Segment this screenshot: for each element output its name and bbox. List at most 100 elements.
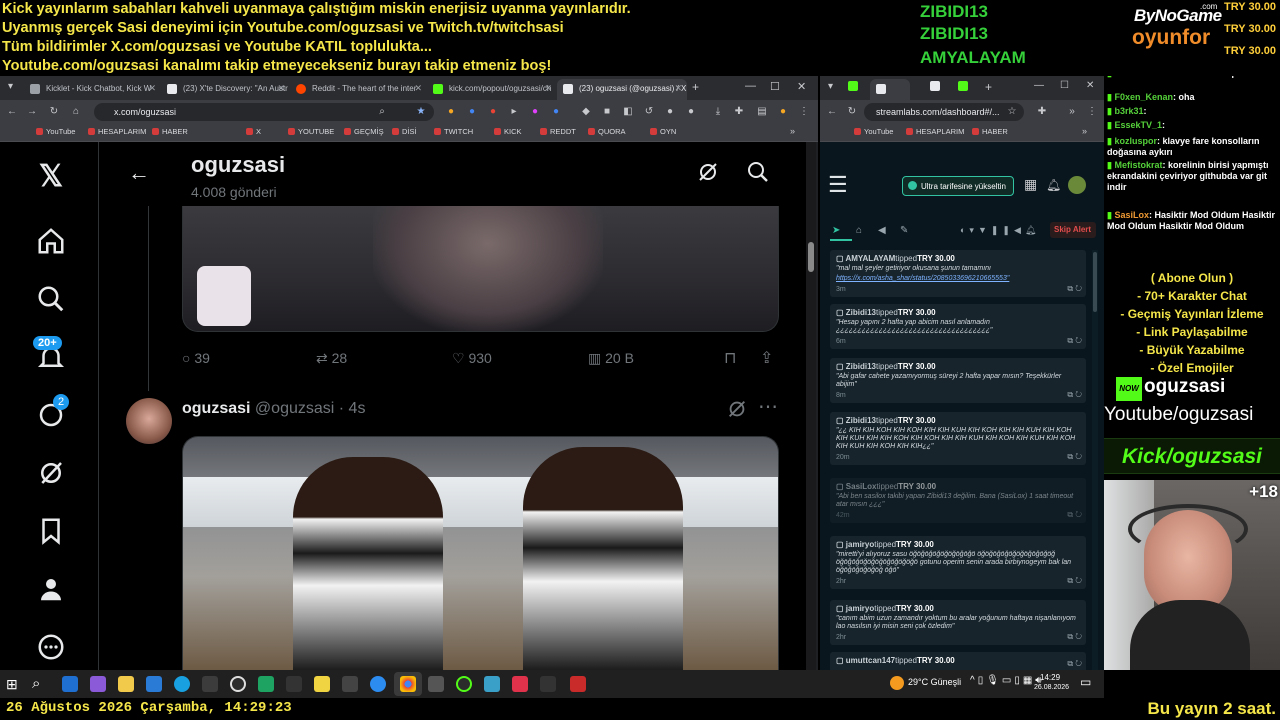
bookmark[interactable]: OYN bbox=[650, 127, 676, 136]
downloads-icon[interactable]: ⤓ bbox=[712, 106, 724, 118]
app-icon[interactable] bbox=[540, 676, 556, 692]
alert-card[interactable]: ▢ Zibidi13tippedTRY 30.00 "Hesap yapını 2… bbox=[830, 304, 1086, 349]
pen-icon[interactable]: ✎ bbox=[900, 225, 908, 236]
favicon-icon[interactable] bbox=[930, 81, 940, 91]
menu-icon[interactable]: ⋮ bbox=[798, 106, 810, 118]
extensions-puzzle-icon[interactable]: ✚ bbox=[733, 106, 745, 118]
vivaldi-icon[interactable] bbox=[512, 676, 528, 692]
extension-icon[interactable]: ◧ bbox=[622, 106, 634, 118]
replay-icon[interactable]: ⧉ ↻ bbox=[1067, 659, 1082, 669]
tab-menu-icon[interactable]: ▾ bbox=[828, 81, 833, 92]
tab-kick-popout[interactable]: kick.com/popout/oguzsasi/ch ✕ bbox=[427, 79, 557, 100]
author-handle[interactable]: @oguzsasi bbox=[255, 400, 334, 417]
extension-icon[interactable]: ● bbox=[529, 106, 541, 118]
grok-icon[interactable] bbox=[696, 160, 720, 189]
alert-card[interactable]: ▢ AMYALAYAMtippedTRY 30.00 "mal mal şeyle… bbox=[830, 250, 1086, 297]
grok-icon[interactable] bbox=[36, 458, 66, 488]
more-icon[interactable] bbox=[36, 632, 66, 662]
replay-icon[interactable]: ⧉ ↻ bbox=[1067, 452, 1082, 462]
sidebar-icon[interactable]: ▤ bbox=[756, 106, 768, 118]
alert-link[interactable]: https://x.com/asha_shar/status/208503369… bbox=[836, 275, 1080, 283]
app-icon[interactable] bbox=[146, 676, 162, 692]
scrollbar-track[interactable] bbox=[806, 142, 816, 670]
extension-icon[interactable]: ◆ bbox=[580, 106, 592, 118]
post-media-photo[interactable] bbox=[182, 436, 779, 670]
bookmark[interactable]: GEÇMİŞ bbox=[344, 127, 384, 136]
profile-icon[interactable] bbox=[36, 574, 66, 604]
bookmark[interactable]: HABER bbox=[152, 127, 188, 136]
bookmark[interactable]: QUORA bbox=[588, 127, 626, 136]
extension-icon[interactable]: ● bbox=[466, 106, 478, 118]
tab-oguzsasi-x[interactable]: (23) oguzsasi (@oguzsasi) / X ✕ bbox=[557, 79, 687, 100]
close-tab-icon[interactable]: ✕ bbox=[148, 83, 156, 94]
search-icon[interactable] bbox=[746, 160, 770, 189]
app-icon[interactable] bbox=[90, 676, 106, 692]
replay-icon[interactable]: ⧉ ↻ bbox=[1067, 576, 1082, 586]
author-name[interactable]: oguzsasi bbox=[182, 400, 250, 417]
bookmark[interactable]: KICK bbox=[494, 127, 522, 136]
bookmark[interactable]: HESAPLARIM bbox=[906, 127, 964, 136]
chat-username[interactable]: Mefistokrat bbox=[1114, 160, 1162, 170]
avatar[interactable] bbox=[1068, 176, 1086, 194]
alert-card[interactable]: ▢ Zibidi13tippedTRY 30.00 "Abi gafar cahe… bbox=[830, 358, 1086, 403]
extension-icon[interactable]: ● bbox=[550, 106, 562, 118]
chat-username[interactable]: kozluspor bbox=[1114, 136, 1157, 146]
bookmark[interactable]: TWITCH bbox=[434, 127, 473, 136]
notification-center-icon[interactable]: ▭ bbox=[1080, 675, 1091, 689]
history-icon[interactable]: ↺ bbox=[643, 106, 655, 118]
shop-icon[interactable]: ⌂ bbox=[856, 225, 862, 236]
grok-icon[interactable] bbox=[726, 398, 748, 425]
app-icon[interactable] bbox=[286, 676, 302, 692]
bookmark-icon[interactable]: ⊓ bbox=[724, 348, 736, 368]
megaphone-icon[interactable]: ◀ bbox=[878, 225, 886, 236]
new-tab-icon[interactable]: + bbox=[985, 80, 992, 94]
app-icon[interactable] bbox=[428, 676, 444, 692]
back-arrow-icon[interactable]: ← bbox=[128, 160, 150, 186]
app-icon[interactable] bbox=[342, 676, 358, 692]
upgrade-button[interactable]: Ultra tarifesine yükseltin bbox=[902, 176, 1014, 196]
clock-date[interactable]: 26.08.2026 bbox=[1034, 684, 1069, 691]
close-tab-icon[interactable]: ✕ bbox=[674, 83, 682, 94]
skip-alert-button[interactable]: Skip Alert bbox=[1050, 222, 1096, 238]
chat-username[interactable]: SasiLox bbox=[1114, 210, 1149, 220]
explore-search-icon[interactable] bbox=[36, 284, 66, 314]
views-button[interactable]: ▥ 20 B bbox=[588, 350, 634, 367]
maximize-icon[interactable]: ☐ bbox=[1060, 80, 1069, 91]
alert-card[interactable]: ▢ SasiLoxtippedTRY 30.00 "Abi ben sasilox… bbox=[830, 478, 1086, 523]
back-icon[interactable]: ← bbox=[6, 106, 18, 118]
post-media-image[interactable] bbox=[182, 206, 779, 332]
chat-username[interactable]: EssekTV_1 bbox=[1114, 120, 1162, 130]
star-icon[interactable]: ★ bbox=[415, 106, 427, 118]
alert-card[interactable]: ▢ Zibidi13tippedTRY 30.00 "¿¿ KIH KIH KOH… bbox=[830, 412, 1086, 465]
app-icon[interactable] bbox=[258, 676, 274, 692]
send-icon[interactable]: ➤ bbox=[832, 225, 840, 236]
alert-card[interactable]: ▢ jamiryotippedTRY 30.00 "canım abim uzun… bbox=[830, 600, 1086, 645]
chrome-icon[interactable] bbox=[400, 676, 416, 692]
post-time[interactable]: · 4s bbox=[339, 400, 366, 417]
start-icon[interactable]: ⊞ bbox=[6, 676, 18, 693]
close-tab-icon[interactable]: ✕ bbox=[277, 83, 285, 94]
edge-icon[interactable] bbox=[174, 676, 190, 692]
reload-icon[interactable]: ↻ bbox=[48, 106, 60, 118]
extension-icon[interactable]: ● bbox=[685, 106, 697, 118]
app-icon[interactable] bbox=[370, 676, 386, 692]
profile-icon[interactable]: ● bbox=[777, 106, 789, 118]
extension-icon[interactable]: ● bbox=[487, 106, 499, 118]
extension-icon[interactable]: ■ bbox=[601, 106, 613, 118]
app-icon[interactable] bbox=[484, 676, 500, 692]
replay-icon[interactable]: ⧉ ↻ bbox=[1067, 390, 1082, 400]
hamburger-menu-icon[interactable]: ☰ bbox=[828, 174, 848, 196]
share-icon[interactable]: ⇪ bbox=[760, 348, 773, 368]
chat-username[interactable]: Mr. uncheck bbox=[1114, 76, 1166, 78]
replay-icon[interactable]: ⧉ ↻ bbox=[1067, 510, 1082, 520]
favicon-icon[interactable] bbox=[848, 81, 858, 91]
star-icon[interactable]: ☆ bbox=[1006, 106, 1018, 118]
home-icon[interactable]: ⌂ bbox=[70, 106, 82, 118]
replay-icon[interactable]: ⧉ ↻ bbox=[1067, 336, 1082, 346]
bookmark[interactable]: HABER bbox=[972, 127, 1008, 136]
obs-icon[interactable] bbox=[230, 676, 246, 692]
clock-time[interactable]: 14:29 bbox=[1040, 673, 1060, 682]
forward-icon[interactable]: → bbox=[26, 106, 38, 118]
bookmark[interactable]: HESAPLARIM bbox=[88, 127, 146, 136]
favicon-icon[interactable] bbox=[958, 81, 968, 91]
